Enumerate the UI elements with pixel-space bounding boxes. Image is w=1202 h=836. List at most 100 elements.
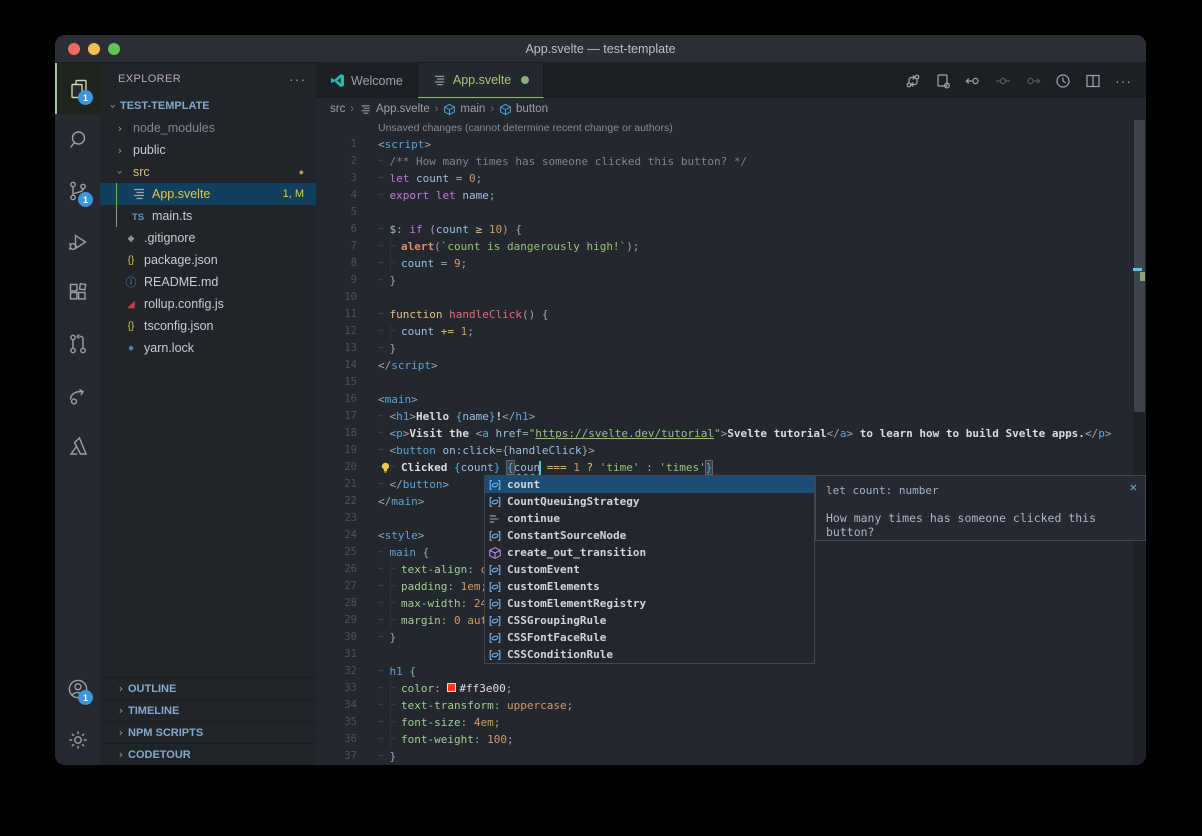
code-line-12[interactable]: 12→→count += 1;: [316, 323, 1146, 340]
explorer-item-rollup-config-js[interactable]: ◢rollup.config.js: [100, 293, 316, 315]
code-line-1[interactable]: 1<script>: [316, 136, 1146, 153]
suggestion-countqueuingstrategy[interactable]: CountQueuingStrategy: [485, 493, 814, 510]
activity-item-explorer[interactable]: 1: [55, 63, 100, 114]
code-line-19[interactable]: 19→<button on:click={handleClick}>: [316, 442, 1146, 459]
token-pn: ) {: [502, 223, 522, 236]
token-pn: [540, 461, 547, 474]
explorer-item-readme-md[interactable]: ⓘREADME.md: [100, 271, 316, 293]
code-editor[interactable]: Unsaved changes (cannot determine recent…: [316, 120, 1146, 765]
line-number: 30: [316, 629, 378, 646]
code-line-33[interactable]: 33→→color: #ff3e00;: [316, 680, 1146, 697]
split-editor-icon[interactable]: [1085, 73, 1101, 89]
modified-badge: 1, M: [283, 188, 304, 200]
zoom-window-button[interactable]: [108, 43, 120, 55]
code-line-13[interactable]: 13→}: [316, 340, 1146, 357]
code-line-2[interactable]: 2→/** How many times has someone clicked…: [316, 153, 1146, 170]
sidebar-header: EXPLORER ···: [100, 63, 316, 95]
code-line-16[interactable]: 16<main>: [316, 391, 1146, 408]
activity-item-extensions[interactable]: [55, 267, 100, 318]
minimize-window-button[interactable]: [88, 43, 100, 55]
tab-whitespace: →: [378, 170, 390, 187]
sidebar-more-actions-icon[interactable]: ···: [289, 71, 306, 87]
explorer-item-yarn-lock[interactable]: ●yarn.lock: [100, 337, 316, 359]
suggestion-count[interactable]: count: [485, 476, 814, 493]
compare-changes-icon[interactable]: [905, 73, 921, 89]
section-codetour[interactable]: ›CODETOUR: [100, 743, 316, 765]
next-diff-icon[interactable]: [1025, 73, 1041, 89]
more-actions-icon[interactable]: ···: [1115, 73, 1132, 89]
suggestion-continue[interactable]: continue: [485, 510, 814, 527]
section-npm-scripts[interactable]: ›NPM SCRIPTS: [100, 721, 316, 743]
json-file-icon: {}: [123, 321, 139, 332]
token-tag: button: [396, 444, 436, 457]
previous-diff-icon[interactable]: [995, 73, 1011, 89]
activity-item-search[interactable]: [55, 114, 100, 165]
color-swatch[interactable]: [447, 683, 456, 692]
activity-item-run-debug[interactable]: [55, 216, 100, 267]
code-line-32[interactable]: 32→h1 {: [316, 663, 1146, 680]
code-line-7[interactable]: 7→→alert(`count is dangerously high!`);: [316, 238, 1146, 255]
code-line-3[interactable]: 3→let count = 0;: [316, 170, 1146, 187]
explorer-item-app-svelte[interactable]: App.svelte1, M: [100, 183, 316, 205]
code-line-35[interactable]: 35→→font-size: 4em;: [316, 714, 1146, 731]
activity-item-accounts[interactable]: 1: [55, 663, 100, 714]
file-history-icon[interactable]: [1055, 73, 1071, 89]
explorer-item-src[interactable]: ›src●: [100, 161, 316, 183]
suggestion-cssconditionrule[interactable]: CSSConditionRule: [485, 646, 814, 663]
suggestion-cssgroupingrule[interactable]: CSSGroupingRule: [485, 612, 814, 629]
explorer-item-public[interactable]: ›public: [100, 139, 316, 161]
section-outline[interactable]: ›OUTLINE: [100, 677, 316, 699]
explorer-item-main-ts[interactable]: TSmain.ts: [100, 205, 316, 227]
code-line-11[interactable]: 11→function handleClick() {: [316, 306, 1146, 323]
code-line-10[interactable]: 10: [316, 289, 1146, 306]
close-window-button[interactable]: [68, 43, 80, 55]
lightbulb-icon[interactable]: [379, 461, 392, 474]
breadcrumb-item-app-svelte[interactable]: App.svelte: [359, 103, 430, 116]
code-line-4[interactable]: 4→export let name;: [316, 187, 1146, 204]
explorer-item-package-json[interactable]: {}package.json: [100, 249, 316, 271]
activity-item-source-control[interactable]: 1: [55, 165, 100, 216]
code-line-36[interactable]: 36→→font-weight: 100;: [316, 731, 1146, 748]
activity-item-live-share[interactable]: [55, 369, 100, 420]
code-line-14[interactable]: 14</script>: [316, 357, 1146, 374]
suggestion-constantsourcenode[interactable]: ConstantSourceNode: [485, 527, 814, 544]
suggestion-customelements[interactable]: customElements: [485, 578, 814, 595]
code-line-15[interactable]: 15: [316, 374, 1146, 391]
breadcrumb-item-main[interactable]: main: [443, 103, 485, 116]
breadcrumb-item-src[interactable]: src: [330, 103, 345, 115]
suggestion-customelementregistry[interactable]: CustomElementRegistry: [485, 595, 814, 612]
section-timeline[interactable]: ›TIMELINE: [100, 699, 316, 721]
tab-whitespace: →: [378, 731, 390, 748]
suggestion-cssfontfacerule[interactable]: CSSFontFaceRule: [485, 629, 814, 646]
tab-app-svelte[interactable]: App.svelte: [418, 63, 544, 98]
code-line-6[interactable]: 6→$: if (count ≥ 10) {: [316, 221, 1146, 238]
tab-label: App.svelte: [453, 73, 511, 87]
breadcrumb-item-button[interactable]: button: [499, 103, 548, 116]
explorer-root-folder[interactable]: › TEST-TEMPLATE: [100, 95, 316, 117]
code-line-37[interactable]: 37→}: [316, 748, 1146, 765]
code-line-17[interactable]: 17→<h1>Hello {name}!</h1>: [316, 408, 1146, 425]
previous-change-icon[interactable]: [965, 73, 981, 89]
suggestion-create_out_transition[interactable]: create_out_transition: [485, 544, 814, 561]
open-changes-icon[interactable]: [935, 73, 951, 89]
code-line-34[interactable]: 34→→text-transform: uppercase;: [316, 697, 1146, 714]
code-line-18[interactable]: 18→<p>Visit the <a href="https://svelte.…: [316, 425, 1146, 442]
section-label: TIMELINE: [128, 705, 179, 717]
tab-welcome[interactable]: Welcome: [316, 63, 418, 98]
suggestion-customevent[interactable]: CustomEvent: [485, 561, 814, 578]
activity-item-github-pull-requests[interactable]: [55, 318, 100, 369]
code-line-5[interactable]: 5: [316, 204, 1146, 221]
scrollbar-slider[interactable]: [1134, 120, 1145, 412]
close-icon[interactable]: ✕: [1130, 480, 1137, 494]
token-str: `count is dangerously high!`: [441, 240, 626, 253]
codelens-unsaved[interactable]: Unsaved changes (cannot determine recent…: [316, 120, 1146, 136]
code-line-20[interactable]: 20→→Clicked {count} {coun === 1 ? 'time'…: [316, 459, 1146, 476]
explorer-item-node-modules[interactable]: ›node_modules: [100, 117, 316, 139]
line-content: →function handleClick() {: [378, 306, 1146, 323]
activity-item-settings[interactable]: [55, 714, 100, 765]
activity-item-azure[interactable]: [55, 420, 100, 471]
explorer-item--gitignore[interactable]: ◆.gitignore: [100, 227, 316, 249]
code-line-8[interactable]: 8→→count = 9;: [316, 255, 1146, 272]
explorer-item-tsconfig-json[interactable]: {}tsconfig.json: [100, 315, 316, 337]
code-line-9[interactable]: 9→}: [316, 272, 1146, 289]
